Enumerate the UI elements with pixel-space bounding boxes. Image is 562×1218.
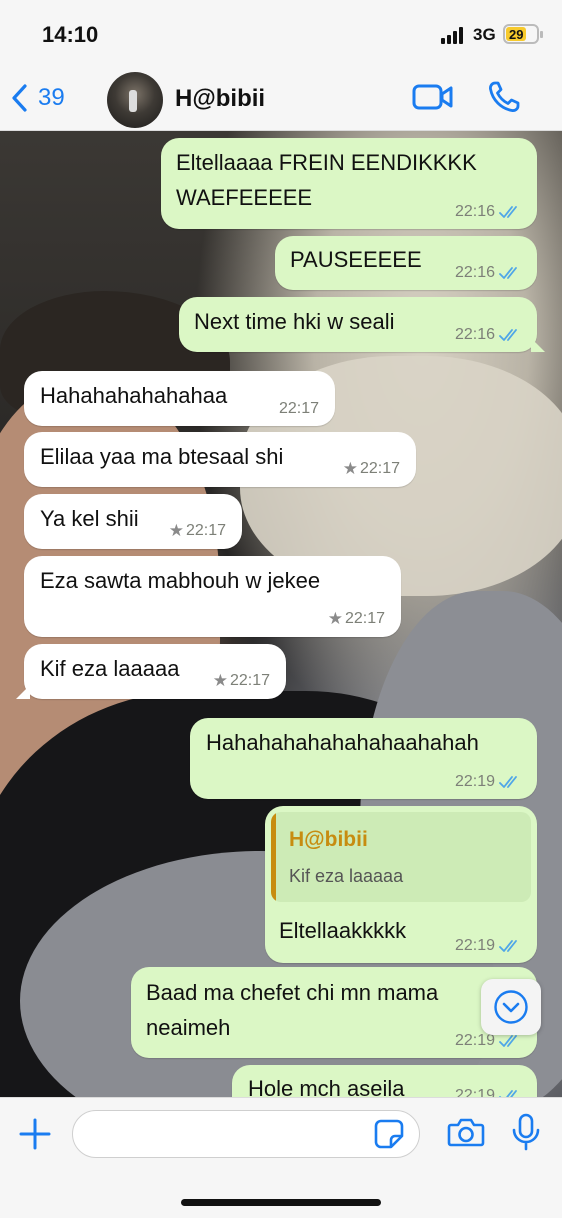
unread-count: 39 — [38, 84, 65, 111]
bubble-tail — [16, 685, 30, 699]
message-meta: 22:16 — [455, 326, 523, 344]
back-button[interactable]: 39 — [10, 80, 65, 116]
signal-strength-icon — [441, 26, 467, 44]
phone-icon — [489, 81, 520, 112]
message-text: Eltellaakkkkk — [279, 918, 407, 943]
message-time: 22:19 — [454, 1087, 495, 1097]
chat-header: 39 H@bibii — [0, 68, 562, 131]
battery-icon: 29 — [503, 24, 543, 44]
outgoing-message[interactable]: Baad ma chefet chi mn mama neaimeh 22:19 — [131, 967, 537, 1058]
camera-button[interactable] — [447, 1116, 485, 1153]
read-ticks-icon — [499, 329, 517, 341]
message-text: Eza sawta mabhouh w jekee — [40, 568, 321, 593]
message-time: 22:17 — [278, 400, 319, 417]
camera-icon — [447, 1118, 485, 1147]
incoming-message[interactable]: Elilaa yaa ma btesaal shi ★ 22:17 — [24, 432, 416, 487]
sticker-icon — [374, 1119, 404, 1149]
battery-level: 29 — [509, 27, 524, 42]
starred-icon: ★ — [342, 459, 358, 478]
message-meta: 22:19 — [455, 937, 523, 955]
message-text: Baad ma chefet chi mn mama — [146, 980, 439, 1005]
voice-call-button[interactable] — [487, 80, 521, 119]
message-input[interactable] — [72, 1110, 420, 1158]
starred-icon: ★ — [212, 671, 228, 690]
plus-icon — [19, 1118, 51, 1150]
avatar[interactable] — [107, 72, 163, 128]
message-meta: 22:19 — [455, 773, 523, 791]
incoming-message[interactable]: Hahahahahahahaa 22:17 — [24, 371, 335, 426]
message-text: PAUSEEEEE — [290, 247, 422, 272]
bubble-tail — [531, 338, 545, 352]
read-ticks-icon — [499, 1090, 517, 1097]
message-meta: ★ 22:17 — [169, 521, 226, 541]
home-indicator[interactable] — [181, 1199, 381, 1206]
message-meta: ★ 22:17 — [343, 459, 400, 479]
message-meta: 22:19 — [455, 1087, 523, 1097]
message-time: 22:16 — [454, 264, 495, 281]
quote-bar — [271, 812, 276, 902]
read-ticks-icon — [499, 776, 517, 788]
incoming-message[interactable]: Kif eza laaaaa ★ 22:17 — [16, 644, 286, 699]
scroll-to-bottom-button[interactable] — [481, 979, 541, 1035]
message-text: Next time hki w seali — [194, 309, 395, 334]
message-meta: 22:16 — [455, 264, 523, 282]
message-time: 22:17 — [344, 610, 385, 627]
message-list[interactable]: Eltellaaaa FREIN EENDIKKKK WAEFEEEEE 22:… — [0, 131, 562, 1097]
message-time: 22:19 — [454, 937, 495, 954]
message-text: Eltellaaaa FREIN EENDIKKKK — [176, 150, 477, 175]
outgoing-message[interactable]: Next time hki w seali 22:16 — [179, 297, 545, 352]
message-text: Ya kel shii — [40, 506, 139, 531]
message-text: Hole mch aseila — [248, 1076, 405, 1097]
microphone-icon — [512, 1113, 540, 1151]
outgoing-message[interactable]: PAUSEEEEE 22:16 — [275, 236, 537, 290]
message-meta: 22:17 — [279, 400, 319, 418]
message-time: 22:19 — [454, 773, 495, 790]
message-text: Elilaa yaa ma btesaal shi — [40, 444, 284, 469]
quoted-sender: H@bibii — [289, 828, 368, 851]
message-text: Hahahahahahahahaahahah — [206, 730, 479, 755]
status-time: 14:10 — [42, 22, 99, 47]
message-text: WAEFEEEEE — [176, 185, 313, 210]
message-time: 22:17 — [185, 522, 226, 539]
message-time: 22:19 — [454, 1032, 495, 1049]
read-ticks-icon — [499, 267, 517, 279]
message-input-bar — [0, 1097, 562, 1218]
message-meta: 22:16 — [455, 203, 523, 221]
outgoing-reply-message[interactable]: H@bibii Kif eza laaaaa Eltellaakkkkk 22:… — [265, 806, 537, 963]
video-call-button[interactable] — [412, 82, 454, 117]
read-ticks-icon — [499, 940, 517, 952]
outgoing-message[interactable]: Eltellaaaa FREIN EENDIKKKK WAEFEEEEE 22:… — [161, 138, 537, 229]
quoted-message[interactable]: H@bibii Kif eza laaaaa — [271, 812, 531, 902]
outgoing-message[interactable]: Hahahahahahahahaahahah 22:19 — [190, 718, 537, 799]
sticker-button[interactable] — [373, 1118, 405, 1155]
message-time: 22:16 — [454, 326, 495, 343]
message-text: Kif eza laaaaa — [40, 656, 180, 681]
message-time: 22:17 — [229, 672, 270, 689]
incoming-message[interactable]: Eza sawta mabhouh w jekee ★ 22:17 — [24, 556, 401, 637]
status-bar: 14:10 3G 29 — [0, 0, 562, 68]
read-ticks-icon — [499, 206, 517, 218]
starred-icon: ★ — [168, 521, 184, 540]
starred-icon: ★ — [327, 609, 343, 628]
chevron-down-circle-icon — [494, 990, 528, 1024]
video-camera-icon — [412, 84, 453, 110]
chevron-left-icon — [12, 84, 27, 112]
message-text: neaimeh — [146, 1015, 231, 1040]
network-type: 3G — [473, 25, 496, 44]
message-time: 22:16 — [454, 203, 495, 220]
read-ticks-icon — [499, 1035, 517, 1047]
incoming-message[interactable]: Ya kel shii ★ 22:17 — [24, 494, 242, 549]
message-time: 22:17 — [359, 460, 400, 477]
message-meta: ★ 22:17 — [213, 671, 270, 691]
quoted-text: Kif eza laaaaa — [289, 866, 404, 886]
voice-message-button[interactable] — [511, 1113, 541, 1156]
attach-button[interactable] — [18, 1117, 52, 1156]
outgoing-message[interactable]: Hole mch aseila 22:19 — [232, 1065, 537, 1097]
message-text: Hahahahahahahaa — [40, 383, 228, 408]
contact-name[interactable]: H@bibii — [175, 85, 265, 113]
message-meta: ★ 22:17 — [328, 609, 385, 629]
